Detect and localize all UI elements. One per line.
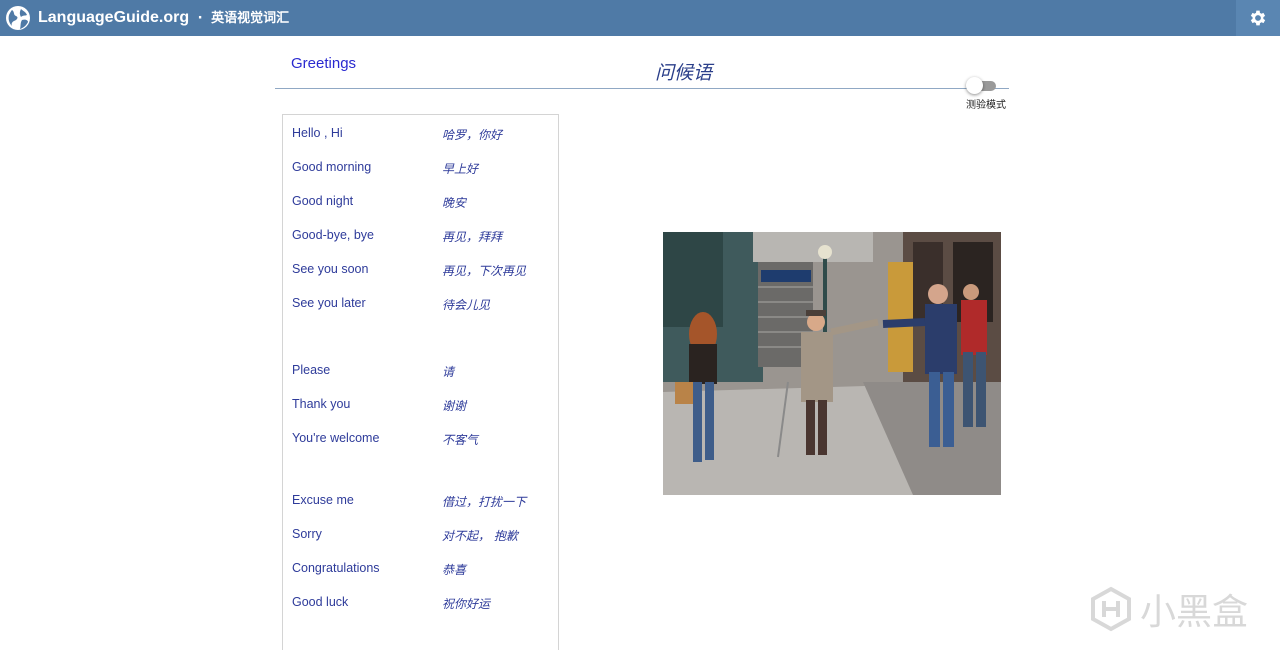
vocab-english: Good-bye, bye bbox=[292, 228, 374, 242]
vocab-row[interactable]: Excuse me 借过，打扰一下 bbox=[292, 493, 552, 513]
vocab-row[interactable]: Please 请 bbox=[292, 363, 552, 383]
vocab-chinese: 恭喜 bbox=[442, 563, 467, 577]
vocab-chinese: 再见，拜拜 bbox=[442, 230, 503, 244]
watermark: 小黑盒 bbox=[1088, 584, 1248, 634]
settings-button[interactable] bbox=[1236, 0, 1280, 36]
vocab-row[interactable]: Good morning 早上好 bbox=[292, 160, 552, 180]
vocab-english: Hello , Hi bbox=[292, 126, 343, 140]
brand-name: LanguageGuide.org bbox=[38, 9, 190, 26]
vocab-english: You're welcome bbox=[292, 431, 380, 445]
quiz-mode-toggle[interactable] bbox=[966, 77, 996, 94]
header-divider bbox=[275, 88, 1009, 89]
vocab-row[interactable]: See you soon 再见，下次再见 bbox=[292, 262, 552, 282]
vocab-row[interactable]: Hello , Hi 哈罗，你好 bbox=[292, 126, 552, 146]
brand-title[interactable]: LanguageGuide.org · 英语视觉词汇 bbox=[38, 7, 289, 29]
gear-icon bbox=[1250, 10, 1266, 26]
vocab-row[interactable]: Good night 晚安 bbox=[292, 194, 552, 214]
vocab-row[interactable]: Good luck 祝你好运 bbox=[292, 595, 552, 615]
page-title: 问候语 bbox=[655, 62, 713, 84]
vocab-row[interactable]: See you later 待会儿见 bbox=[292, 296, 552, 316]
vocab-chinese: 祝你好运 bbox=[442, 597, 491, 611]
vocab-english: Good night bbox=[292, 194, 354, 208]
vocab-english: Excuse me bbox=[292, 493, 354, 507]
globe-icon[interactable] bbox=[4, 4, 32, 32]
vocab-row[interactable]: Good-bye, bye 再见，拜拜 bbox=[292, 228, 552, 248]
toggle-knob bbox=[966, 77, 983, 94]
vocab-chinese: 对不起， 抱歉 bbox=[442, 529, 518, 543]
vocab-english: Congratulations bbox=[292, 561, 380, 575]
vocab-row[interactable]: Thank you 谢谢 bbox=[292, 397, 552, 417]
watermark-text: 小黑盒 bbox=[1140, 592, 1249, 633]
vocab-chinese: 待会儿见 bbox=[442, 298, 491, 312]
vocab-chinese: 晚安 bbox=[442, 196, 467, 210]
brand-separator: · bbox=[193, 11, 208, 26]
vocab-english: See you later bbox=[292, 296, 366, 310]
vocab-chinese: 谢谢 bbox=[442, 399, 467, 413]
vocab-english: Thank you bbox=[292, 397, 351, 411]
vocab-row[interactable]: You're welcome 不客气 bbox=[292, 431, 552, 451]
vocab-chinese: 请 bbox=[442, 365, 455, 379]
vocab-english: Sorry bbox=[292, 527, 322, 541]
vocab-chinese: 再见，下次再见 bbox=[442, 264, 527, 278]
vocab-english: See you soon bbox=[292, 262, 369, 276]
top-bar: LanguageGuide.org · 英语视觉词汇 bbox=[0, 0, 1280, 36]
vocab-row[interactable]: Congratulations 恭喜 bbox=[292, 561, 552, 581]
brand-subtitle: 英语视觉词汇 bbox=[211, 11, 290, 26]
vocab-english: Please bbox=[292, 363, 331, 377]
scene-photo[interactable] bbox=[663, 232, 1001, 495]
vocab-english: Good morning bbox=[292, 160, 372, 174]
quiz-mode-label: 测验模式 bbox=[966, 100, 1006, 111]
section-link-greetings[interactable]: Greetings bbox=[291, 55, 356, 72]
vocab-chinese: 哈罗，你好 bbox=[442, 128, 503, 142]
vocab-row[interactable]: Sorry 对不起， 抱歉 bbox=[292, 527, 552, 547]
vocab-english: Good luck bbox=[292, 595, 349, 609]
vocab-chinese: 不客气 bbox=[442, 433, 479, 447]
watermark-logo-icon bbox=[1091, 586, 1131, 632]
vocab-chinese: 早上好 bbox=[442, 162, 479, 176]
vocab-list: Hello , Hi 哈罗，你好 Good morning 早上好 Good n… bbox=[282, 114, 559, 650]
vocab-chinese: 借过，打扰一下 bbox=[442, 495, 527, 509]
